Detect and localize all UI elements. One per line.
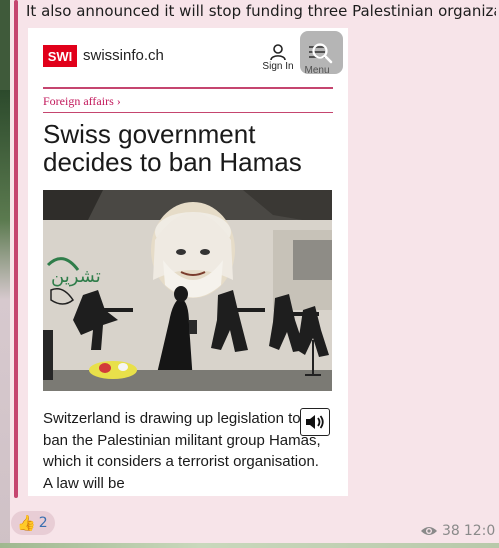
category-link[interactable]: Foreign affairs ›	[43, 94, 121, 109]
article-title: Swiss government decides to ban Hamas	[43, 119, 302, 177]
category-divider	[43, 112, 333, 113]
listen-button[interactable]	[300, 408, 330, 436]
message-headline: It also announced it will stop funding t…	[26, 2, 496, 20]
bottom-background	[0, 543, 499, 548]
article-photo: تشرين	[43, 190, 332, 391]
swi-logo: SWI	[43, 45, 77, 67]
zoom-button[interactable]	[300, 31, 343, 74]
mural-photo: تشرين	[43, 190, 332, 391]
sign-in-button[interactable]: Sign In	[260, 43, 296, 72]
thumbs-up-icon: 👍	[17, 514, 36, 532]
background-strip	[0, 0, 10, 548]
reaction-count: 2	[38, 515, 48, 531]
eye-icon	[421, 527, 437, 535]
site-domain: swissinfo.ch	[83, 47, 164, 64]
quote-accent-bar	[14, 0, 18, 498]
zoom-icon	[311, 42, 332, 63]
header-divider	[43, 87, 333, 89]
article-excerpt: Switzerland is drawing up legislation to…	[43, 410, 321, 492]
speaker-icon	[306, 415, 324, 429]
reaction-thumbs-up[interactable]: 👍 2	[11, 511, 55, 535]
view-count: 38	[442, 523, 460, 539]
link-preview-card[interactable]: SWI swissinfo.ch Sign In Menu Foreign af…	[28, 28, 348, 496]
message-meta: 38 12:0	[420, 522, 499, 540]
sign-in-label: Sign In	[262, 61, 294, 72]
message-time: 12:0	[463, 523, 496, 539]
user-icon	[270, 44, 286, 61]
graffiti-text: تشرين	[51, 266, 101, 287]
